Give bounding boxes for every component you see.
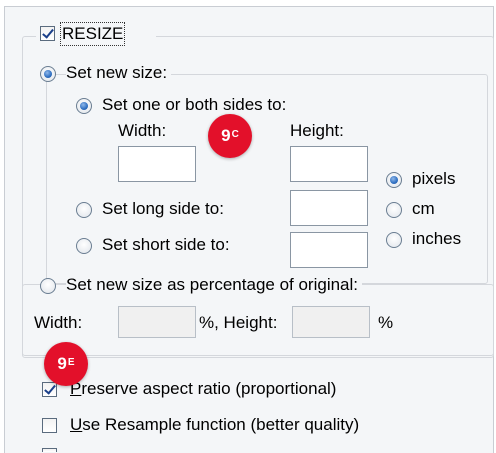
badge-top-sup: C — [231, 128, 239, 140]
percent-width-input[interactable] — [118, 306, 196, 338]
set-new-size-radio[interactable] — [40, 66, 56, 82]
long-side-input[interactable] — [290, 190, 368, 226]
resize-checkbox-container[interactable]: RESIZE — [36, 22, 156, 46]
resample-checkbox[interactable] — [42, 418, 57, 433]
width-input[interactable] — [118, 146, 196, 182]
unit-pixels-label: pixels — [412, 169, 456, 188]
set-new-size-label: Set new size: — [66, 63, 172, 83]
badge-top-main: 9 — [221, 126, 231, 145]
unit-cm-label: cm — [412, 199, 435, 218]
percentage-label: Set new size as percentage of original: — [66, 275, 363, 295]
preserve-aspect-label-rest: reserve aspect ratio (proportional) — [81, 379, 337, 398]
resize-checkbox-label: RESIZE — [59, 22, 126, 46]
set-one-or-both-radio[interactable] — [76, 98, 92, 114]
resample-mnemonic: U — [70, 415, 83, 434]
height-input[interactable] — [290, 146, 368, 182]
badge-bottom-main: 9 — [57, 354, 67, 373]
unit-cm-radio[interactable] — [386, 202, 402, 218]
preserve-aspect-label: Preserve aspect ratio (proportional) — [70, 379, 336, 399]
unit-inches-radio[interactable] — [386, 232, 402, 248]
set-one-or-both-label: Set one or both sides to: — [102, 95, 287, 114]
annotation-badge-top: 9C — [208, 114, 252, 158]
set-short-side-radio[interactable] — [76, 238, 92, 254]
resample-label: Use Resample function (better quality) — [70, 415, 359, 435]
badge-bottom-sup: E — [67, 356, 75, 368]
unit-inches-label: inches — [412, 229, 462, 248]
set-long-side-label: Set long side to: — [102, 199, 224, 218]
height-label: Height: — [290, 121, 344, 140]
resize-checkbox[interactable] — [40, 26, 55, 41]
percentage-radio[interactable] — [40, 278, 56, 294]
width-label: Width: — [118, 121, 167, 140]
percent-width-label: Width: — [34, 313, 83, 332]
annotation-badge-bottom: 9E — [44, 342, 88, 386]
unit-pixels-radio[interactable] — [386, 172, 402, 188]
resample-label-rest: se Resample function (better quality) — [82, 415, 360, 434]
percent-height-suffix: % — [378, 313, 394, 332]
percent-height-input[interactable] — [292, 306, 370, 338]
set-long-side-radio[interactable] — [76, 202, 92, 218]
percent-width-suffix: %, Height: — [199, 313, 278, 332]
short-side-input[interactable] — [290, 232, 368, 268]
set-short-side-label: Set short side to: — [102, 235, 230, 254]
preserve-aspect-checkbox[interactable] — [42, 382, 57, 397]
next-option-checkbox[interactable] — [42, 448, 57, 452]
